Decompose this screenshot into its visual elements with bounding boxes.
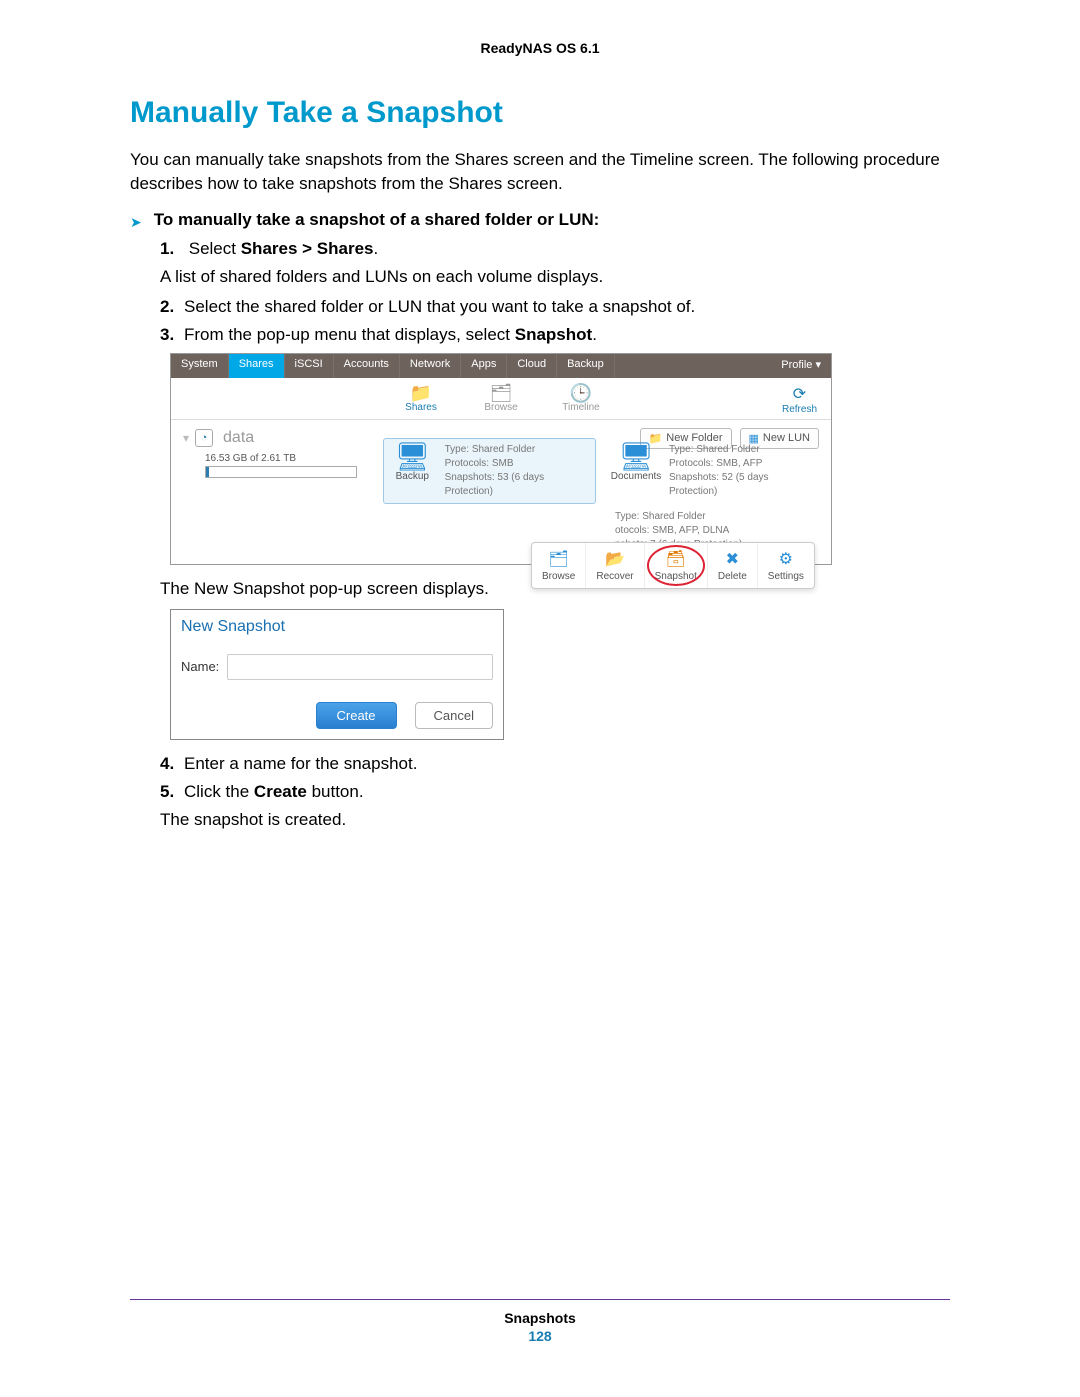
- capacity-bar: [205, 466, 357, 478]
- step-3-text-suffix: .: [592, 325, 597, 344]
- delete-icon: ✖: [718, 549, 747, 569]
- toolbar-timeline-label: Timeline: [556, 402, 606, 413]
- tab-system[interactable]: System: [171, 354, 229, 378]
- toolbar-shares-label: Shares: [396, 402, 446, 413]
- tab-iscsi[interactable]: iSCSI: [285, 354, 334, 378]
- share-folder-icon: 🖥: [395, 443, 431, 471]
- toolbar-browse[interactable]: 🗂 Browse: [476, 384, 526, 413]
- share-folder-icon: 🖥: [618, 443, 654, 471]
- menu-browse[interactable]: 🗂 Browse: [532, 543, 586, 588]
- folder-protocols: otocols: SMB, AFP, DLNA: [615, 524, 825, 538]
- step-1-bold: Shares > Shares: [241, 239, 374, 258]
- browse-icon: 🗂: [542, 549, 575, 569]
- step-1-text-prefix: Select: [189, 239, 241, 258]
- toolbar-refresh-label: Refresh: [782, 404, 817, 415]
- toolbar-refresh[interactable]: ⟳ Refresh: [782, 384, 817, 415]
- tab-shares[interactable]: Shares: [229, 354, 285, 378]
- step-4-text: Enter a name for the snapshot.: [184, 754, 417, 773]
- intro-paragraph: You can manually take snapshots from the…: [130, 148, 950, 196]
- volume-icon: ◔: [195, 429, 213, 447]
- step-4: 4.Enter a name for the snapshot.: [160, 754, 950, 774]
- folder-snapshots: Snapshots: 53 (6 days Protection): [445, 471, 591, 499]
- tab-backup[interactable]: Backup: [557, 354, 615, 378]
- profile-menu[interactable]: Profile ▾: [771, 354, 831, 378]
- folder-type: Type: Shared Folder: [615, 510, 825, 524]
- clock-icon: 🕒: [556, 384, 606, 402]
- step-2: 2.Select the shared folder or LUN that y…: [160, 297, 950, 317]
- tab-apps[interactable]: Apps: [461, 354, 507, 378]
- recover-icon: 📂: [596, 549, 633, 569]
- create-button[interactable]: Create: [316, 702, 397, 729]
- step-3: 3.From the pop-up menu that displays, se…: [160, 325, 950, 345]
- tab-accounts[interactable]: Accounts: [334, 354, 400, 378]
- doc-header: ReadyNAS OS 6.1: [130, 40, 950, 56]
- folder-snapshots: Snapshots: 52 (5 days Protection): [669, 471, 814, 499]
- gear-icon: ⚙: [768, 549, 804, 569]
- cancel-button[interactable]: Cancel: [415, 702, 493, 729]
- step-5: 5.Click the Create button.: [160, 782, 950, 802]
- folder-name-documents: Documents: [611, 471, 662, 482]
- footer-section: Snapshots: [130, 1310, 950, 1326]
- browse-icon: 🗂: [476, 384, 526, 402]
- menu-snapshot-label: Snapshot: [655, 571, 697, 582]
- step-5-text-suffix: button.: [307, 782, 364, 801]
- context-menu: 🗂 Browse 📂 Recover 🗃 Snapshot ✖ Delete ⚙ Sett…: [531, 542, 815, 589]
- step-5-text-prefix: Click the: [184, 782, 254, 801]
- procedure-title: To manually take a snapshot of a shared …: [154, 210, 600, 231]
- new-snapshot-dialog: New Snapshot Name: Create Cancel: [170, 609, 504, 740]
- menu-browse-label: Browse: [542, 571, 575, 582]
- footer-page-number: 128: [130, 1328, 950, 1344]
- collapse-chevron-icon[interactable]: ▾: [183, 431, 189, 445]
- sub-toolbar: 📁 Shares 🗂 Browse 🕒 Timeline ⟳ Refresh: [171, 378, 831, 420]
- toolbar-shares[interactable]: 📁 Shares: [396, 384, 446, 413]
- menu-recover[interactable]: 📂 Recover: [586, 543, 644, 588]
- folder-icon: 📁: [396, 384, 446, 402]
- tab-cloud[interactable]: Cloud: [507, 354, 557, 378]
- menu-settings-label: Settings: [768, 571, 804, 582]
- folder-protocols: Protocols: SMB: [445, 457, 591, 471]
- folder-card-documents[interactable]: 🖥 Documents Type: Shared Folder Protocol…: [606, 438, 819, 504]
- shares-screenshot: System Shares iSCSI Accounts Network App…: [170, 353, 832, 565]
- folder-name-backup: Backup: [396, 471, 429, 482]
- menu-snapshot[interactable]: 🗃 Snapshot: [645, 543, 708, 588]
- step-1-substep: A list of shared folders and LUNs on eac…: [160, 267, 950, 287]
- step-2-text: Select the shared folder or LUN that you…: [184, 297, 695, 316]
- snapshot-name-input[interactable]: [227, 654, 493, 680]
- dialog-title: New Snapshot: [181, 618, 493, 636]
- step-1-text-suffix: .: [374, 239, 379, 258]
- triangle-bullet-icon: ➤: [130, 214, 142, 231]
- folder-type: Type: Shared Folder: [445, 443, 591, 457]
- page-footer: Snapshots 128: [130, 1299, 950, 1344]
- step-3-bold: Snapshot: [515, 325, 592, 344]
- folder-protocols: Protocols: SMB, AFP: [669, 457, 814, 471]
- folder-type: Type: Shared Folder: [669, 443, 814, 457]
- nav-tabs: System Shares iSCSI Accounts Network App…: [171, 354, 831, 378]
- step-3-text-prefix: From the pop-up menu that displays, sele…: [184, 325, 515, 344]
- toolbar-browse-label: Browse: [476, 402, 526, 413]
- snapshot-icon: 🗃: [655, 549, 697, 569]
- step-5-substep: The snapshot is created.: [160, 810, 950, 830]
- volume-name: data: [223, 429, 254, 447]
- section-title: Manually Take a Snapshot: [130, 96, 950, 130]
- menu-settings[interactable]: ⚙ Settings: [758, 543, 814, 588]
- step-5-bold: Create: [254, 782, 307, 801]
- folder-card-backup[interactable]: 🖥 Backup Type: Shared Folder Protocols: …: [383, 438, 596, 504]
- tab-network[interactable]: Network: [400, 354, 461, 378]
- menu-delete[interactable]: ✖ Delete: [708, 543, 758, 588]
- refresh-icon: ⟳: [782, 384, 817, 404]
- step-1: 1. Select Shares > Shares.: [160, 239, 950, 259]
- toolbar-timeline[interactable]: 🕒 Timeline: [556, 384, 606, 413]
- menu-delete-label: Delete: [718, 571, 747, 582]
- menu-recover-label: Recover: [596, 571, 633, 582]
- name-label: Name:: [181, 659, 219, 674]
